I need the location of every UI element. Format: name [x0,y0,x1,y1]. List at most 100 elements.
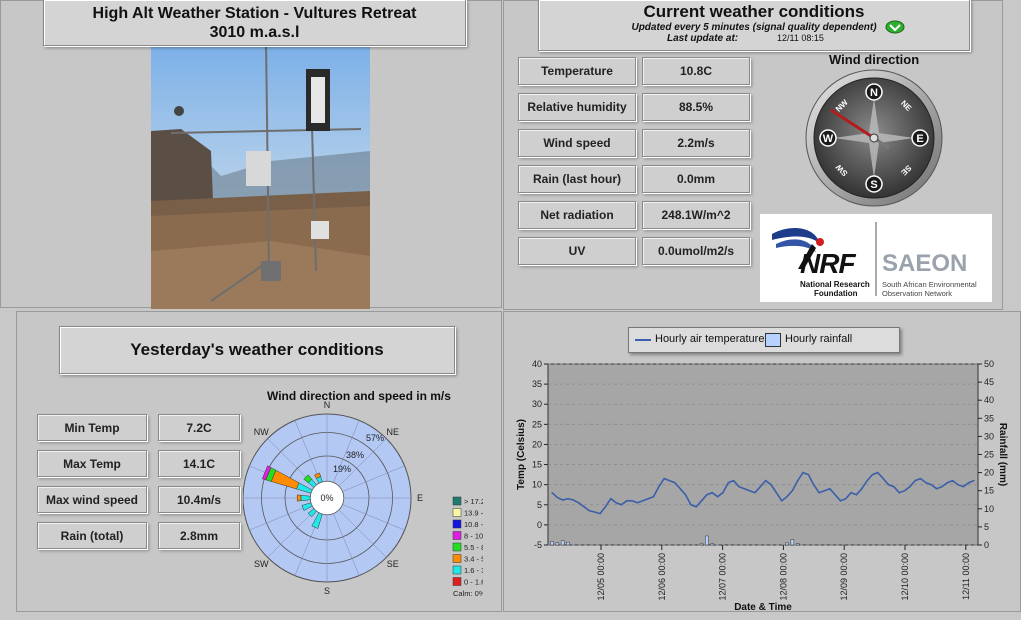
current-rain-last-hour-label: Rain (last hour) [518,165,636,193]
temperature-point [636,502,639,504]
temperature-point [861,488,863,490]
compass-n-label: N [870,87,878,99]
saeon-subtitle-1: South African Environmental [882,280,977,289]
windrose-legend-swatch [452,519,462,529]
yesterday-min-temp-value: 7.2C [158,414,240,441]
y2-tick-label: 45 [984,377,994,387]
windrose-petal-segment [300,494,311,502]
x-tick-label: 12/06 00:00 [657,553,667,601]
y2-tick-label: 20 [984,468,994,478]
station-title: High Alt Weather Station - Vultures Retr… [43,0,466,46]
windrose-dir-nw: NW [254,427,269,437]
chart-legend: Hourly air temperature Hourly rainfall [628,327,900,353]
x-tick-label: 12/08 00:00 [778,553,788,601]
compass-w-label: W [823,133,834,145]
compass-e-label: E [916,133,923,145]
temperature-point [620,504,623,506]
current-conditions-header: Current weather conditions Updated every… [538,0,970,51]
y2-tick-label: 5 [984,522,989,532]
temperature-point [711,492,713,494]
y-tick-label: 35 [532,379,542,389]
current-wind-speed-label: Wind speed [518,129,636,157]
temperature-point [850,492,852,494]
temperature-point [647,498,649,500]
y-tick-label: 0 [537,520,542,530]
windrose-dir-ne: NE [387,427,400,437]
temperature-point [684,494,687,496]
temperature-point [797,480,799,482]
windrose-legend-label: 0 - 1.6 [464,578,483,587]
y2-tick-label: 35 [984,413,994,423]
temperature-point [903,490,906,492]
temperature-point [679,488,681,490]
temperature-point [716,496,719,498]
yesterday-header: Yesterday's weather conditions [59,326,455,374]
temperature-point [781,500,783,502]
windrose-legend-swatch [452,554,462,563]
station-title-line1: High Alt Weather Station - Vultures Retr… [92,5,417,22]
y2-tick-label: 30 [984,431,994,441]
last-update-label: Last update at: [667,33,739,44]
temperature-point [957,484,959,486]
x-tick-label: 12/07 00:00 [718,553,728,601]
temperature-point [941,486,943,488]
windrose-legend-label: > 17.2 [464,497,483,506]
temperature-point [727,482,729,484]
temperature-point [818,492,820,494]
windrose-legend-swatch [452,577,462,586]
chart-panel: Hourly air temperature Hourly rainfall -… [503,311,1021,612]
temperature-point [834,494,836,496]
temperature-point [668,480,671,482]
y-tick-label: -5 [534,540,542,550]
legend-rain-swatch [765,333,781,347]
x-tick-label: 12/10 00:00 [900,553,910,601]
yesterday-min-temp-label: Min Temp [37,414,147,441]
temperature-point [722,492,724,494]
temperature-point [866,480,868,482]
temperature-point [823,490,826,492]
current-net-radiation-value: 248.1W/m^2 [642,201,750,229]
current-rain-last-hour-value: 0.0mm [642,165,750,193]
nrf-subtitle-2: Foundation [814,289,858,298]
windrose-legend-swatch [452,565,462,575]
current-conditions-panel: Current weather conditions Updated every… [503,0,1003,310]
temperature-point [556,496,558,499]
temperature-point [626,500,628,502]
temperature-point [946,482,948,484]
rainfall-bar [560,540,565,546]
rainfall-bar [555,542,560,546]
y2-axis-title: Rainfall (mm) [997,423,1008,486]
temperature-point [604,506,607,508]
temperature-point [631,500,633,502]
temperature-point [786,496,788,498]
saeon-subtitle-2: Observation Network [882,289,953,298]
windrose-dir-sw: SW [254,559,269,569]
station-panel: High Alt Weather Station - Vultures Retr… [0,0,502,309]
last-update-value: 12/11 08:15 [777,33,824,43]
windrose-legend-swatch [452,531,462,540]
temperature-point [695,506,697,508]
legend-temp-label: Hourly air temperature [655,333,765,345]
windrose-petal-segment [296,494,302,502]
current-uv-label: UV [518,237,636,265]
windrose-legend-label: 1.6 - 3.4 [464,566,483,575]
current-relative-humidity-value: 88.5% [642,93,750,121]
windrose-legend-label: 13.9 - 17.2 [464,509,483,518]
temperature-point [706,494,708,496]
y2-tick-label: 50 [984,359,994,369]
temperature-point [962,486,964,488]
nrf-text: NRF [800,248,856,279]
temperature-point [952,480,954,482]
green-chevron-down-icon[interactable] [885,20,905,34]
current-conditions-title: Current weather conditions [643,2,865,21]
temperature-point [839,500,842,502]
y2-tick-label: 40 [984,395,994,405]
temperature-point [749,490,751,492]
y2-tick-label: 0 [984,540,989,550]
windrose-legend-swatch [452,542,462,552]
current-uv-value: 0.0umol/m2/s [642,237,750,265]
yesterday-max-temp-value: 14.1C [158,450,240,477]
windrose-ring-label: 0% [320,493,333,503]
x-tick-label: 12/05 00:00 [596,553,606,601]
current-temperature-value: 10.8C [642,57,750,85]
